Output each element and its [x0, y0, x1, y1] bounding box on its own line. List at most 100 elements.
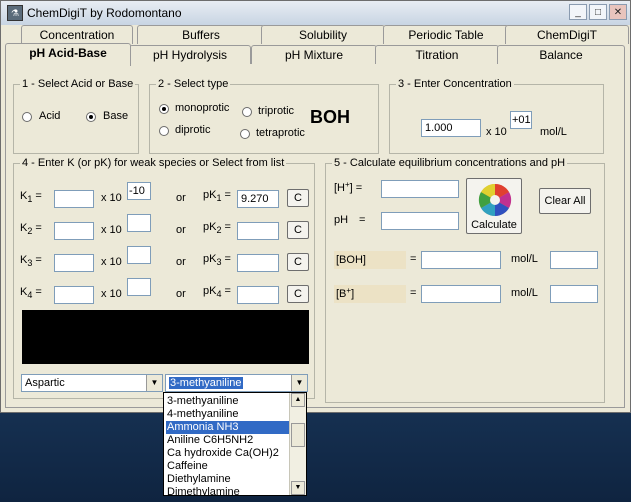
app-window: ⚗ ChemDigiT by Rodomontano _ □ ✕ Concent…: [0, 0, 631, 413]
tab-row-upper: Concentration Buffers Solubility Periodi…: [1, 25, 631, 44]
k3-mantissa-input[interactable]: [54, 254, 94, 272]
or-label: or: [176, 192, 186, 204]
minimize-button[interactable]: _: [569, 4, 587, 20]
k2-exponent-input[interactable]: [127, 214, 151, 232]
radio-monoprotic-label: monoprotic: [175, 102, 230, 114]
tab-balance[interactable]: Balance: [497, 45, 625, 64]
concentration-mantissa-input[interactable]: 1.000: [421, 119, 481, 137]
list-item[interactable]: 3-methyaniline: [166, 395, 291, 408]
scroll-up-icon[interactable]: ▲: [291, 393, 305, 407]
or-label: or: [176, 224, 186, 236]
boh-label: [BOH]: [334, 251, 406, 269]
radio-base[interactable]: [86, 112, 96, 122]
chevron-down-icon[interactable]: ▼: [291, 375, 307, 391]
tab-periodic-table[interactable]: Periodic Table: [383, 25, 509, 44]
pk2-input[interactable]: [237, 222, 279, 240]
k4-label: K4 =: [20, 286, 42, 300]
radio-base-label: Base: [103, 110, 129, 122]
k4-exponent-input[interactable]: [127, 278, 151, 296]
tab-ph-hydrolysis[interactable]: pH Hydrolysis: [129, 45, 251, 64]
list-item[interactable]: Diethylamine: [166, 473, 291, 486]
info-display: [22, 310, 309, 364]
k3-exponent-input[interactable]: [127, 246, 151, 264]
radio-tetraprotic[interactable]: [240, 129, 250, 139]
title-bar: ⚗ ChemDigiT by Rodomontano _ □ ✕: [1, 1, 630, 25]
tab-titration[interactable]: Titration: [375, 45, 499, 64]
k3-label: K3 =: [20, 254, 42, 268]
calculate-button[interactable]: Calculate: [466, 178, 522, 234]
maximize-button[interactable]: □: [589, 4, 607, 20]
acid-list-value: Aspartic: [25, 377, 65, 389]
times-ten-label: x 10: [486, 126, 507, 138]
radio-tetraprotic-label: tetraprotic: [256, 127, 305, 139]
radio-acid[interactable]: [22, 112, 32, 122]
bplus-extra-output: [550, 285, 598, 303]
acid-list-combo[interactable]: Aspartic ▼: [21, 374, 163, 392]
pk4-clear-button[interactable]: C: [287, 285, 309, 303]
pk4-input[interactable]: [237, 286, 279, 304]
radio-triprotic-label: triprotic: [258, 105, 295, 117]
base-list-combo[interactable]: 3-methyaniline ▼: [165, 374, 308, 392]
tab-ph-mixture[interactable]: pH Mixture: [251, 45, 377, 64]
group-title: 1 - Select Acid or Base: [20, 78, 136, 90]
k2-mantissa-input[interactable]: [54, 222, 94, 240]
group-title: 4 - Enter K (or pK) for weak species or …: [20, 157, 287, 169]
scroll-down-icon[interactable]: ▼: [291, 481, 305, 495]
times-ten-label: x 10: [101, 224, 122, 236]
tab-panel-ph-acid-base: 1 - Select Acid or Base Acid Base 2 - Se…: [5, 63, 625, 408]
bplus-label: [B+]: [334, 285, 406, 303]
pk3-label: pK3 =: [203, 253, 231, 267]
base-dropdown-list[interactable]: 3-methyaniline 4-methyaniline Ammonia NH…: [163, 392, 307, 496]
pk3-clear-button[interactable]: C: [287, 253, 309, 271]
radio-monoprotic[interactable]: [159, 104, 169, 114]
k1-label: K1 =: [20, 190, 42, 204]
close-button[interactable]: ✕: [609, 4, 627, 20]
concentration-exponent-input[interactable]: +01: [510, 111, 532, 129]
dropdown-scrollbar[interactable]: ▲ ▼: [289, 393, 306, 495]
tab-row-lower: pH Acid-Base pH Hydrolysis pH Mixture Ti…: [1, 43, 631, 66]
tab-solubility[interactable]: Solubility: [261, 25, 385, 44]
tab-chemdigit[interactable]: ChemDigiT: [505, 25, 629, 44]
k2-label: K2 =: [20, 222, 42, 236]
boh-output: [421, 251, 501, 269]
calculate-label: Calculate: [471, 219, 517, 231]
k1-mantissa-input[interactable]: [54, 190, 94, 208]
radio-triprotic[interactable]: [242, 107, 252, 117]
boh-extra-output: [550, 251, 598, 269]
list-item[interactable]: 4-methyaniline: [166, 408, 291, 421]
pk2-clear-button[interactable]: C: [287, 221, 309, 239]
app-icon[interactable]: ⚗: [7, 5, 23, 21]
tab-buffers[interactable]: Buffers: [137, 25, 265, 44]
radio-acid-label: Acid: [39, 110, 61, 122]
concentration-unit: mol/L: [540, 126, 567, 138]
formula-label: BOH: [310, 107, 350, 127]
radio-diprotic[interactable]: [159, 126, 169, 136]
k1-exponent-input[interactable]: -10: [127, 182, 151, 200]
boh-eq-label: =: [410, 253, 417, 265]
list-item[interactable]: Aniline C6H5NH2: [166, 434, 291, 447]
list-item[interactable]: Caffeine: [166, 460, 291, 473]
window-title: ChemDigiT by Rodomontano: [27, 6, 182, 20]
list-item-selected[interactable]: Ammonia NH3: [166, 421, 291, 434]
h-plus-label: [H+] =: [334, 180, 363, 194]
scroll-thumb[interactable]: [291, 423, 305, 447]
pk1-clear-button[interactable]: C: [287, 189, 309, 207]
clear-all-button[interactable]: Clear All: [539, 188, 591, 214]
group-title: 5 - Calculate equilibrium concentrations…: [332, 157, 568, 169]
pk3-input[interactable]: [237, 254, 279, 272]
bplus-eq-label: =: [410, 287, 417, 299]
chevron-down-icon[interactable]: ▼: [146, 375, 162, 391]
pk4-label: pK4 =: [203, 285, 231, 299]
group-select-acid-base: 1 - Select Acid or Base Acid Base: [13, 78, 139, 154]
list-item[interactable]: Ca hydroxide Ca(OH)2: [166, 447, 291, 460]
k4-mantissa-input[interactable]: [54, 286, 94, 304]
list-item[interactable]: Dimethylamine: [166, 486, 291, 495]
tab-concentration[interactable]: Concentration: [21, 25, 133, 44]
group-enter-k: 4 - Enter K (or pK) for weak species or …: [13, 157, 315, 399]
group-title: 3 - Enter Concentration: [396, 78, 514, 90]
or-label: or: [176, 256, 186, 268]
pk1-input[interactable]: 9.270: [237, 190, 279, 208]
pk2-label: pK2 =: [203, 221, 231, 235]
pk1-label: pK1 =: [203, 189, 231, 203]
tab-ph-acid-base[interactable]: pH Acid-Base: [5, 43, 131, 66]
